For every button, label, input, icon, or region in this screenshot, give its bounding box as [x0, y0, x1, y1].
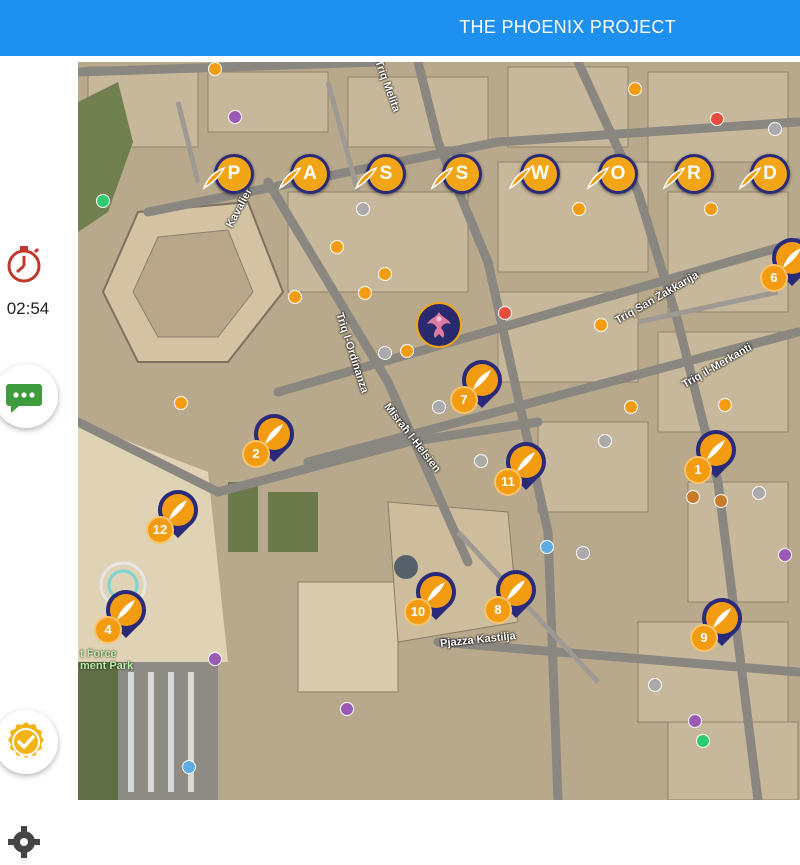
marker-number: 9 [692, 626, 716, 650]
park-label-line2: ment Park [80, 660, 134, 672]
poi-dot[interactable] [498, 306, 512, 320]
app-header: THE PHOENIX PROJECT [0, 0, 800, 56]
quest-marker-8[interactable]: 8 [486, 570, 538, 626]
stopwatch-icon [3, 242, 45, 284]
poi-dot[interactable] [208, 62, 222, 76]
letter-marker-p[interactable]: P [202, 154, 254, 194]
quest-marker-9[interactable]: 9 [692, 598, 744, 654]
quest-marker-7[interactable]: 7 [452, 360, 504, 416]
marker-number: 1 [686, 458, 710, 482]
marker-number: 8 [486, 598, 510, 622]
poi-dot[interactable] [96, 194, 110, 208]
poi-dot[interactable] [576, 546, 590, 560]
app-title: THE PHOENIX PROJECT [459, 17, 676, 37]
poi-dot[interactable] [714, 494, 728, 508]
poi-dot[interactable] [768, 122, 782, 136]
poi-dot[interactable] [572, 202, 586, 216]
poi-dot[interactable] [432, 400, 446, 414]
feather-icon [738, 166, 762, 190]
quest-marker-1[interactable]: 1 [686, 430, 738, 486]
poi-dot[interactable] [594, 318, 608, 332]
feather-icon [278, 166, 302, 190]
submit-answer-button[interactable] [0, 710, 58, 774]
poi-dot[interactable] [228, 110, 242, 124]
poi-dot[interactable] [174, 396, 188, 410]
marker-number: 7 [452, 388, 476, 412]
poi-dot[interactable] [696, 734, 710, 748]
feather-icon [586, 166, 610, 190]
poi-dot[interactable] [628, 82, 642, 96]
sidebar: 02:54 [0, 56, 72, 858]
timer-display: 02:54 [6, 299, 50, 318]
check-icon [8, 722, 44, 758]
poi-dot[interactable] [330, 240, 344, 254]
letter-marker-o[interactable]: O [586, 154, 638, 194]
poi-dot[interactable] [540, 540, 554, 554]
quest-marker-4[interactable]: 4 [96, 590, 148, 646]
phoenix-logo-marker[interactable] [416, 302, 462, 348]
quest-marker-11[interactable]: 11 [496, 442, 548, 498]
settings-button[interactable] [6, 824, 42, 860]
poi-dot[interactable] [356, 202, 370, 216]
poi-dot[interactable] [624, 400, 638, 414]
feather-icon [430, 166, 454, 190]
marker-number: 2 [244, 442, 268, 466]
marker-number: 12 [148, 518, 172, 542]
poi-dot[interactable] [208, 652, 222, 666]
quest-marker-2[interactable]: 2 [244, 414, 296, 470]
marker-number: 10 [406, 600, 430, 624]
quest-marker-10[interactable]: 10 [406, 572, 458, 628]
park-label-line1: t Force [80, 648, 117, 660]
feather-icon [202, 166, 226, 190]
poi-dot[interactable] [718, 398, 732, 412]
marker-number: 4 [96, 618, 120, 642]
letter-marker-s2[interactable]: S [430, 154, 482, 194]
letter-marker-r[interactable]: R [662, 154, 714, 194]
marker-number: 11 [496, 470, 520, 494]
feather-icon [662, 166, 686, 190]
feather-icon [354, 166, 378, 190]
quest-marker-6[interactable]: 6 [762, 238, 800, 294]
letter-marker-w[interactable]: W [508, 154, 560, 194]
poi-dot[interactable] [686, 490, 700, 504]
poi-dot[interactable] [378, 346, 392, 360]
poi-dot[interactable] [710, 112, 724, 126]
poi-dot[interactable] [288, 290, 302, 304]
poi-dot[interactable] [378, 267, 392, 281]
poi-dot[interactable] [688, 714, 702, 728]
feather-icon [508, 166, 532, 190]
poi-dot[interactable] [778, 548, 792, 562]
marker-number: 6 [762, 266, 786, 290]
poi-dot[interactable] [752, 486, 766, 500]
map-view[interactable]: Triq Melita Kavalier Triq l-Ordinanza Mi… [78, 62, 800, 800]
poi-dot[interactable] [340, 702, 354, 716]
poi-dot[interactable] [358, 286, 372, 300]
letter-marker-d[interactable]: D [738, 154, 790, 194]
chat-button[interactable] [0, 364, 58, 428]
phoenix-icon [427, 312, 451, 338]
poi-dot[interactable] [474, 454, 488, 468]
letter-marker-s1[interactable]: S [354, 154, 406, 194]
poi-dot[interactable] [704, 202, 718, 216]
gear-icon [8, 826, 40, 858]
letter-marker-a[interactable]: A [278, 154, 330, 194]
poi-dot[interactable] [182, 760, 196, 774]
poi-dot[interactable] [400, 344, 414, 358]
poi-dot[interactable] [648, 678, 662, 692]
poi-dot[interactable] [598, 434, 612, 448]
quest-marker-12[interactable]: 12 [148, 490, 200, 546]
chat-icon [6, 384, 42, 413]
